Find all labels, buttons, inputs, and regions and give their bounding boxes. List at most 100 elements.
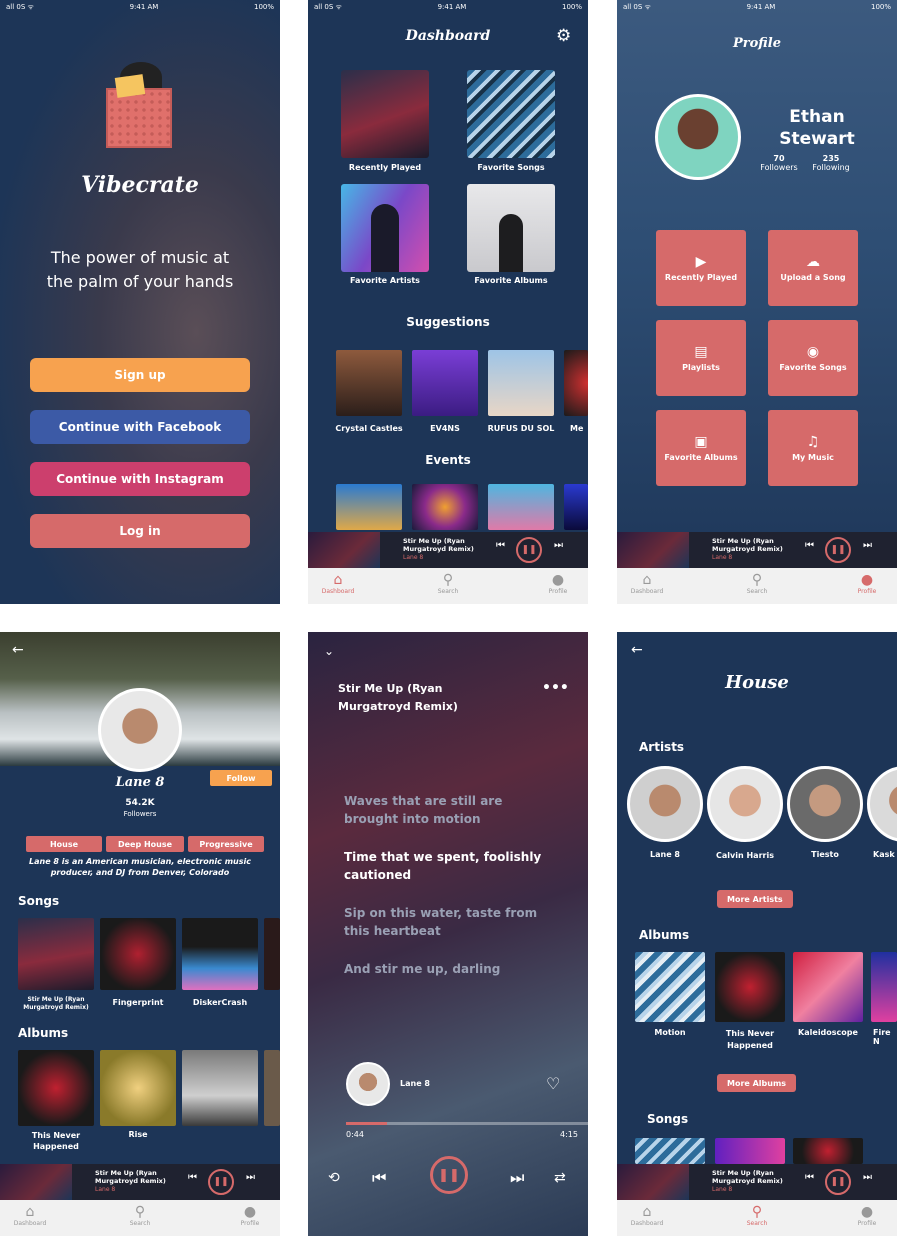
previous-icon[interactable]: ⏮ [372,1168,386,1188]
facebook-button[interactable]: Continue with Facebook [30,410,250,444]
tab-profile[interactable]: ● Profile [528,572,588,595]
suggestion-card[interactable] [412,350,478,416]
event-card[interactable] [488,484,554,530]
artist-avatar [98,688,182,772]
dashboard-screen: all 0S ᯤ 9:41 AM 100% Dashboard ⚙ Recent… [308,0,588,604]
album-card[interactable] [18,1050,94,1126]
tab-dashboard[interactable]: ⌂ Dashboard [617,572,677,595]
song-card[interactable] [715,1138,785,1164]
pause-button[interactable]: ❚❚ [516,537,542,563]
song-card[interactable] [635,1138,705,1164]
more-options-icon[interactable]: ••• [542,680,569,696]
mini-player[interactable]: Stir Me Up (Ryan Murgatroyd Remix) Lane … [617,1164,897,1200]
album-label: Fire N [873,1028,891,1046]
log-in-button[interactable]: Log in [30,514,250,548]
events-heading: Events [425,453,471,467]
next-icon[interactable]: ⏭ [863,540,872,551]
event-card[interactable] [412,484,478,530]
album-card[interactable] [182,1050,258,1126]
menu-recently-played[interactable]: ▶ Recently Played [656,230,746,306]
menu-favorite-songs[interactable]: ◉ Favorite Songs [768,320,858,396]
shuffle-icon[interactable]: ⇄ [554,1170,566,1186]
followers-stat[interactable]: 70 Followers [749,154,809,172]
genre-chip-house[interactable]: House [26,836,102,852]
artist-name[interactable]: Lane 8 [400,1079,430,1088]
person-icon: ● [860,572,874,588]
song-card[interactable] [100,918,176,990]
status-bar: all 0S ᯤ 9:41 AM 100% [0,0,280,14]
next-icon[interactable]: ⏭ [554,540,563,551]
tab-profile[interactable]: ● Profile [220,1204,280,1227]
menu-playlists[interactable]: ▤ Playlists [656,320,746,396]
menu-upload-song[interactable]: ☁ Upload a Song [768,230,858,306]
genre-chip-progressive[interactable]: Progressive [188,836,264,852]
suggestion-card[interactable] [564,350,588,416]
menu-favorite-albums[interactable]: ▣ Favorite Albums [656,410,746,486]
tab-profile[interactable]: ● Profile [837,572,897,595]
sign-up-button[interactable]: Sign up [30,358,250,392]
previous-icon[interactable]: ⏮ [496,540,505,551]
album-card[interactable] [871,952,897,1022]
album-card[interactable] [100,1050,176,1126]
album-card[interactable] [635,952,705,1022]
next-icon[interactable]: ⏭ [863,1172,872,1183]
play-icon: ▶ [695,254,707,270]
pause-button[interactable]: ❚❚ [825,537,851,563]
suggestion-card[interactable] [336,350,402,416]
follow-button[interactable]: Follow [210,770,272,786]
more-albums-button[interactable]: More Albums [717,1074,797,1092]
artist-circle[interactable] [707,766,783,842]
next-icon[interactable]: ⏭ [246,1172,255,1183]
search-icon: ⚲ [134,1204,146,1220]
song-card[interactable] [18,918,94,990]
mini-player[interactable]: Stir Me Up (Ryan Murgatroyd Remix) Lane … [0,1164,280,1200]
tab-profile[interactable]: ● Profile [837,1204,897,1227]
tab-dashboard[interactable]: ⌂ Dashboard [617,1204,677,1227]
next-icon[interactable]: ⏭ [510,1168,524,1188]
menu-my-music[interactable]: ♫ My Music [768,410,858,486]
pause-button[interactable]: ❚❚ [430,1156,468,1194]
album-card[interactable] [264,1050,280,1126]
progress-track[interactable] [346,1122,588,1125]
artist-circle[interactable] [627,766,703,842]
tab-search[interactable]: ⚲ Search [727,572,787,595]
tab-search[interactable]: ⚲ Search [418,572,478,595]
previous-icon[interactable]: ⏮ [805,1172,814,1183]
carrier: all 0S ᯤ [623,2,651,11]
tab-dashboard[interactable]: ⌂ Dashboard [308,572,368,595]
tile-recently-played[interactable] [341,70,429,158]
replay-icon[interactable]: ⟲ [328,1170,340,1186]
previous-icon[interactable]: ⏮ [805,540,814,551]
following-stat[interactable]: 235 Following [801,154,861,172]
tab-dashboard[interactable]: ⌂ Dashboard [0,1204,60,1227]
suggestion-card[interactable] [488,350,554,416]
previous-icon[interactable]: ⏮ [188,1172,197,1183]
pause-button[interactable]: ❚❚ [825,1169,851,1195]
artist-avatar[interactable] [346,1062,390,1106]
album-card[interactable] [793,952,863,1022]
more-artists-button[interactable]: More Artists [717,890,793,908]
genre-chip-deep-house[interactable]: Deep House [106,836,184,852]
back-arrow-icon[interactable]: ← [631,642,643,658]
tab-search[interactable]: ⚲ Search [110,1204,170,1227]
tile-favorite-artists[interactable] [341,184,429,272]
tab-search[interactable]: ⚲ Search [727,1204,787,1227]
event-card[interactable] [336,484,402,530]
collapse-chevron-icon[interactable]: ⌄ [324,644,334,658]
artist-circle[interactable] [867,766,897,842]
song-card[interactable] [182,918,258,990]
gear-icon[interactable]: ⚙ [556,26,571,46]
song-card[interactable] [793,1138,863,1164]
tile-favorite-albums[interactable] [467,184,555,272]
pause-button[interactable]: ❚❚ [208,1169,234,1195]
song-card[interactable] [264,918,280,990]
heart-icon[interactable]: ♡ [546,1074,560,1093]
artist-circle[interactable] [787,766,863,842]
mini-player[interactable]: Stir Me Up (Ryan Murgatroyd Remix) Lane … [617,532,897,568]
event-card[interactable] [564,484,588,530]
instagram-button[interactable]: Continue with Instagram [30,462,250,496]
tile-favorite-songs[interactable] [467,70,555,158]
back-arrow-icon[interactable]: ← [12,642,24,658]
album-card[interactable] [715,952,785,1022]
mini-player[interactable]: Stir Me Up (Ryan Murgatroyd Remix) Lane … [308,532,588,568]
